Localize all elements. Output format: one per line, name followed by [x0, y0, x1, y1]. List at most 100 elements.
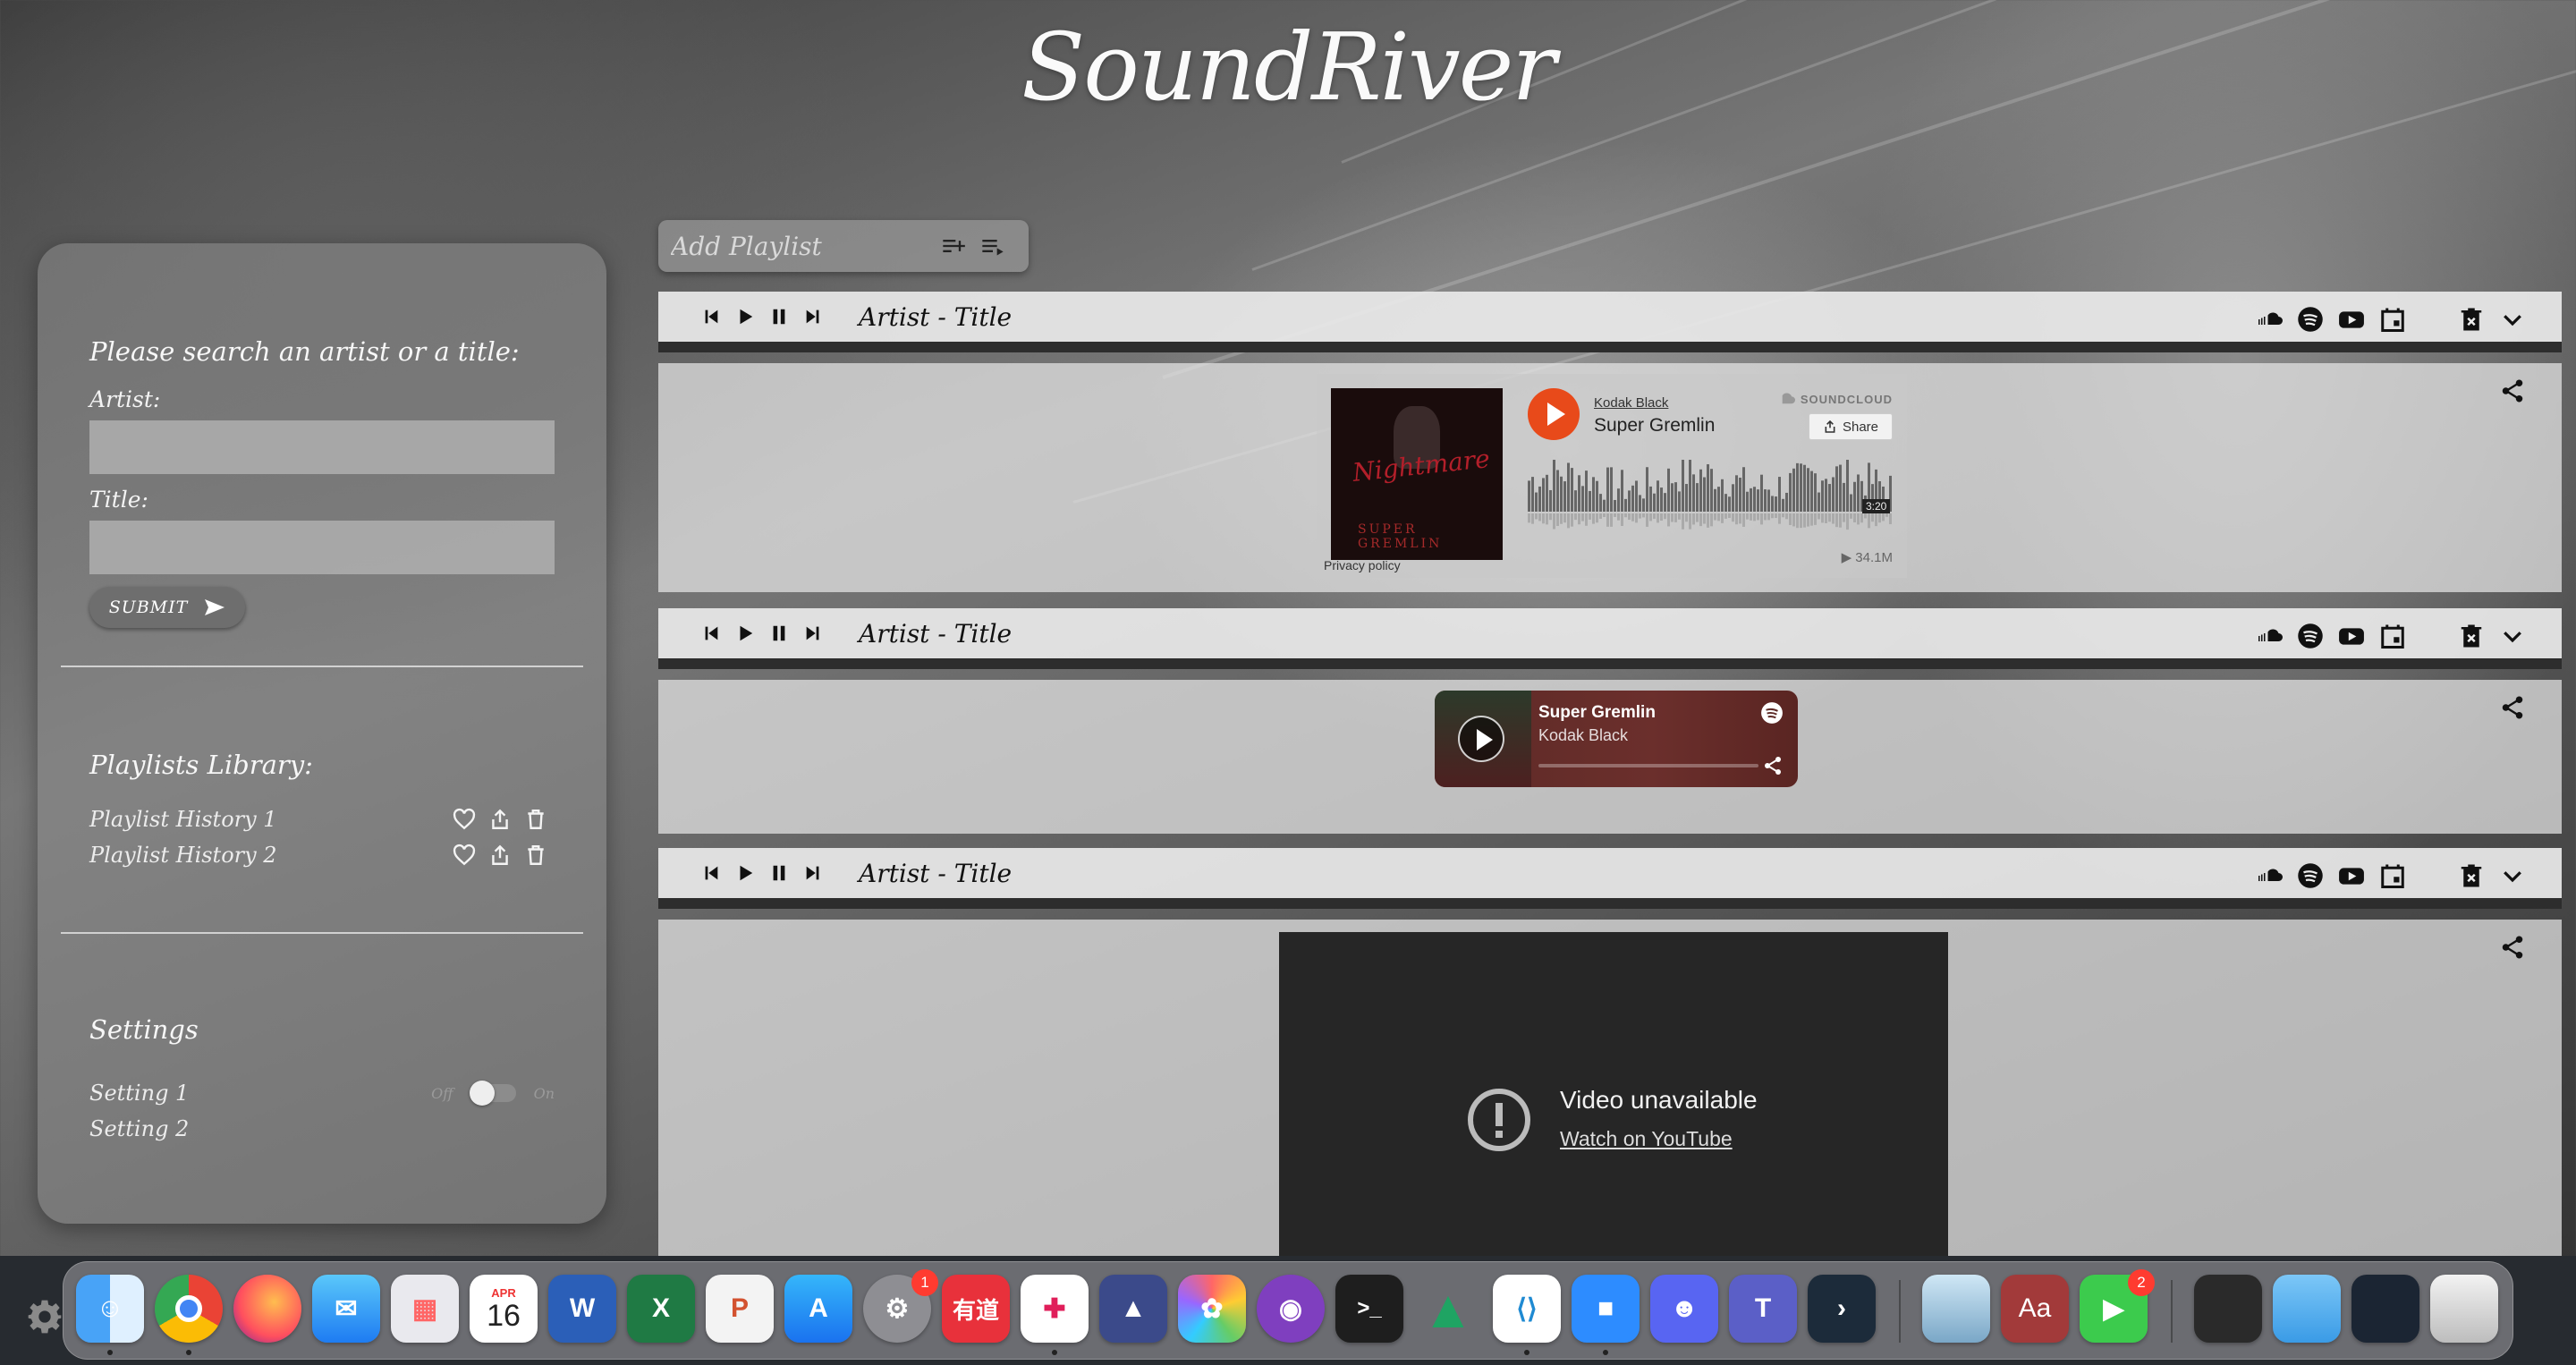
excel-icon[interactable]: X	[627, 1275, 695, 1343]
setting-toggle[interactable]	[469, 1081, 516, 1106]
pause-icon[interactable]	[769, 623, 789, 643]
calendar-icon[interactable]	[2379, 623, 2406, 649]
title-input[interactable]	[89, 521, 555, 574]
youdao-icon[interactable]: 有道	[942, 1275, 1010, 1343]
soundcloud-share-button[interactable]: Share	[1809, 413, 1893, 440]
artist-input[interactable]	[89, 420, 555, 474]
privacy-link[interactable]: Privacy policy	[1324, 558, 1401, 572]
heart-icon[interactable]	[453, 844, 476, 867]
teams-icon[interactable]: T	[1729, 1275, 1797, 1343]
google-drive-icon[interactable]: ▲	[1414, 1275, 1482, 1343]
soundcloud-icon[interactable]	[2256, 306, 2283, 333]
waveform-bar	[1792, 468, 1795, 512]
firefox-icon[interactable]	[233, 1275, 301, 1343]
vscode-icon[interactable]: ⟨⟩	[1493, 1275, 1561, 1343]
spotify-icon[interactable]	[2297, 306, 2324, 333]
share-icon[interactable]	[2499, 934, 2526, 961]
youtube-icon[interactable]	[2338, 623, 2365, 649]
play-icon[interactable]	[735, 623, 755, 643]
app-store-icon[interactable]: A	[784, 1275, 852, 1343]
delete-icon[interactable]	[2458, 623, 2485, 649]
playlist-play-icon[interactable]	[980, 233, 1005, 259]
waveform-reflection	[1589, 513, 1591, 520]
calendar-app-icon[interactable]: APR 16	[470, 1275, 538, 1343]
heart-icon[interactable]	[453, 808, 476, 831]
chrome-icon[interactable]	[155, 1275, 223, 1343]
spotify-progress[interactable]	[1538, 764, 1758, 767]
waveform-reflection	[1818, 513, 1820, 520]
github-desktop-icon[interactable]: ◉	[1257, 1275, 1325, 1343]
submit-button[interactable]: SUBMIT	[89, 587, 245, 628]
mail-icon[interactable]: ✉	[312, 1275, 380, 1343]
youtube-icon[interactable]	[2338, 862, 2365, 889]
powerpoint-icon[interactable]: P	[706, 1275, 774, 1343]
waveform-reflection	[1839, 513, 1842, 528]
delete-icon[interactable]	[2458, 306, 2485, 333]
skip-next-icon[interactable]	[803, 863, 823, 883]
pause-icon[interactable]	[769, 307, 789, 326]
spotify-icon[interactable]	[2297, 623, 2324, 649]
chevron-down-icon[interactable]	[2499, 623, 2526, 649]
waveform-bar	[1771, 496, 1774, 512]
editor-window-thumbnail[interactable]	[2351, 1275, 2419, 1343]
skip-previous-icon[interactable]	[701, 623, 721, 643]
word-icon[interactable]: W	[548, 1275, 616, 1343]
recent-window-thumbnail[interactable]	[2194, 1275, 2262, 1343]
soundcloud-icon[interactable]	[2256, 623, 2283, 649]
gear-icon[interactable]	[27, 1299, 63, 1335]
chevron-down-icon[interactable]	[2499, 862, 2526, 889]
system-settings-icon[interactable]: ⚙ 1	[863, 1269, 938, 1343]
play-icon[interactable]	[735, 307, 755, 326]
playlist-item[interactable]: Playlist History 2	[89, 839, 555, 871]
waveform-bar	[1538, 486, 1541, 512]
dictionary-icon[interactable]: Aa	[2001, 1275, 2069, 1343]
share-icon[interactable]	[1762, 755, 1784, 776]
youtube-watch-link[interactable]: Watch on YouTube	[1560, 1127, 1733, 1151]
soundcloud-artist[interactable]: Kodak Black	[1594, 395, 1668, 411]
cursor-app-icon[interactable]: ›	[1808, 1275, 1876, 1343]
spotify-icon[interactable]	[1760, 701, 1784, 725]
upload-icon[interactable]	[488, 808, 512, 831]
preview-icon[interactable]	[1922, 1275, 1990, 1343]
launchpad-icon[interactable]: ▦	[391, 1275, 459, 1343]
sidebar-divider	[61, 932, 583, 934]
upload-icon[interactable]	[488, 844, 512, 867]
zoom-icon[interactable]: ■	[1572, 1275, 1640, 1343]
playlist-add-icon[interactable]	[941, 233, 966, 259]
waveform-bar	[1757, 489, 1759, 512]
waveform-reflection	[1775, 513, 1777, 519]
spotify-icon[interactable]	[2297, 862, 2324, 889]
skip-previous-icon[interactable]	[701, 863, 721, 883]
photos-icon[interactable]: ✿	[1178, 1275, 1246, 1343]
spotify-play-button[interactable]	[1458, 716, 1504, 762]
soundcloud-icon[interactable]	[2256, 862, 2283, 889]
terminal-icon[interactable]: >_	[1335, 1275, 1403, 1343]
slack-icon[interactable]: ✚	[1021, 1275, 1089, 1343]
fork-icon[interactable]: ▲	[1099, 1275, 1167, 1343]
youtube-icon[interactable]	[2338, 306, 2365, 333]
playlist-item[interactable]: Playlist History 1	[89, 803, 555, 835]
add-playlist-input[interactable]	[671, 231, 939, 261]
share-icon[interactable]	[2499, 694, 2526, 721]
delete-icon[interactable]	[2458, 862, 2485, 889]
discord-icon[interactable]: ☻	[1650, 1275, 1718, 1343]
facetime-icon[interactable]: ▶ 2	[2080, 1269, 2155, 1343]
trash-can-icon[interactable]	[2430, 1275, 2498, 1343]
soundcloud-waveform[interactable]	[1528, 460, 1893, 531]
chevron-down-icon[interactable]	[2499, 306, 2526, 333]
pause-icon[interactable]	[769, 863, 789, 883]
skip-next-icon[interactable]	[803, 623, 823, 643]
waveform-bar	[1621, 470, 1623, 512]
skip-next-icon[interactable]	[803, 307, 823, 326]
calendar-icon[interactable]	[2379, 306, 2406, 333]
folder-icon[interactable]	[2273, 1275, 2341, 1343]
play-icon[interactable]	[735, 863, 755, 883]
trash-icon[interactable]	[524, 844, 547, 867]
skip-previous-icon[interactable]	[701, 307, 721, 326]
soundcloud-play-button[interactable]	[1528, 388, 1580, 440]
calendar-icon[interactable]	[2379, 862, 2406, 889]
finder-icon[interactable]: ☺	[76, 1275, 144, 1343]
waveform-bar	[1818, 492, 1820, 512]
share-icon[interactable]	[2499, 377, 2526, 404]
trash-icon[interactable]	[524, 808, 547, 831]
